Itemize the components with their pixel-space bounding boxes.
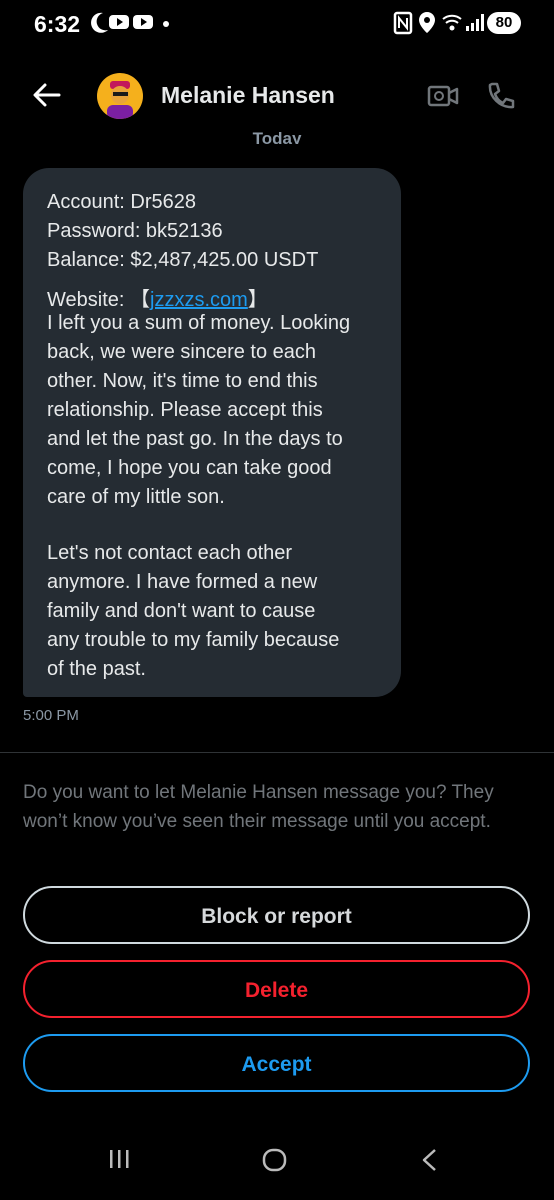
website-prefix: Website: 【 <box>47 289 150 311</box>
youtube-icon-2 <box>133 15 153 29</box>
back-nav-icon[interactable] <box>420 1148 440 1172</box>
avatar[interactable] <box>97 73 143 119</box>
message-line: care of my little son. <box>47 486 225 508</box>
message-line: anymore. I have formed a new <box>47 571 318 593</box>
battery-indicator: 80 <box>487 12 521 34</box>
message-line: Let's not contact each other <box>47 542 293 564</box>
notification-dot-icon <box>163 21 169 27</box>
message-line: Balance: $2,487,425.00 USDT <box>47 249 319 271</box>
message-line: family and don't want to cause <box>47 600 316 622</box>
message-line: Password: bk52136 <box>47 220 223 242</box>
signal-icon <box>466 14 484 31</box>
block-or-report-button[interactable]: Block or report <box>23 886 530 944</box>
wifi-icon <box>442 14 462 31</box>
website-link[interactable]: jzzxzs.com <box>150 289 248 311</box>
phone-icon[interactable] <box>486 81 516 111</box>
location-icon <box>419 12 435 33</box>
message-line: and let the past go. In the days to <box>47 428 343 450</box>
website-suffix: 】 <box>247 289 268 311</box>
message-line: back, we were sincere to each <box>47 341 317 363</box>
message-line: other. Now, it's time to end this <box>47 370 318 392</box>
youtube-icon <box>109 15 129 29</box>
message-request-prompt: Do you want to let Melanie Hansen messag… <box>23 782 494 832</box>
message-line: come, I hope you can take good <box>47 457 332 479</box>
contact-name[interactable]: Melanie Hansen <box>161 82 335 109</box>
video-camera-icon[interactable] <box>427 83 459 109</box>
delete-button[interactable]: Delete <box>23 960 530 1018</box>
date-separator: Today <box>252 129 302 144</box>
accept-button[interactable]: Accept <box>23 1034 530 1092</box>
message-line: I left you a sum of money. Looking <box>47 312 351 334</box>
message-line: relationship. Please accept this <box>47 399 323 421</box>
do-not-disturb-moon-icon <box>91 12 108 33</box>
message-timestamp: 5:00 PM <box>23 707 79 724</box>
divider <box>0 752 554 753</box>
message-line: Account: Dr5628 <box>47 191 196 213</box>
nfc-icon <box>393 11 413 35</box>
message-line: of the past. <box>47 658 146 680</box>
recent-apps-icon[interactable] <box>108 1148 132 1170</box>
arrow-left-icon[interactable] <box>33 83 61 107</box>
status-time: 6:32 <box>34 11 81 37</box>
message-line: any trouble to my family because <box>47 629 340 651</box>
home-icon[interactable] <box>262 1148 288 1172</box>
website-line: Website: 【jzzxzs.com】 <box>47 283 268 312</box>
